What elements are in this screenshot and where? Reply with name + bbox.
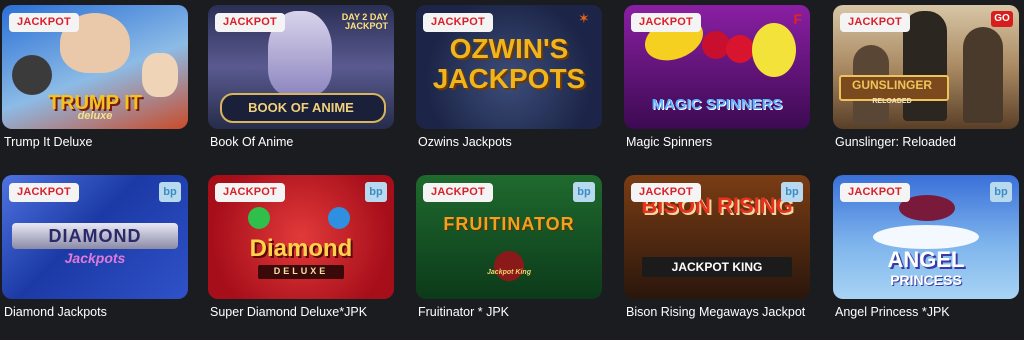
jackpot-badge: JACKPOT: [423, 183, 493, 202]
game-thumbnail[interactable]: Diamond DELUXE JACKPOT bp: [208, 175, 394, 299]
jackpot-badge: JACKPOT: [215, 13, 285, 32]
character-figure: [142, 53, 178, 97]
gem-icon: [328, 207, 350, 229]
provider-bp-icon: bp: [159, 182, 181, 202]
game-title[interactable]: Ozwins Jackpots: [418, 135, 602, 149]
game-tile-angel-princess[interactable]: ANGEL PRINCESS JACKPOT bp Angel Princess…: [833, 175, 1019, 335]
game-logo-subtext: Jackpot King: [487, 269, 531, 276]
jackpot-badge: JACKPOT: [631, 183, 701, 202]
jackpot-badge: JACKPOT: [631, 13, 701, 32]
game-logo-text: Diamond: [249, 235, 353, 262]
game-title[interactable]: Fruitinator * JPK: [418, 305, 602, 319]
game-title[interactable]: Gunslinger: Reloaded: [835, 135, 1019, 149]
jackpot-badge: JACKPOT: [840, 183, 910, 202]
character-figure: [12, 55, 52, 95]
jackpot-badge: JACKPOT: [9, 183, 79, 202]
game-logo-text: MAGIC SPINNERS: [651, 96, 783, 113]
game-tile-super-diamond-deluxe[interactable]: Diamond DELUXE JACKPOT bp Super Diamond …: [208, 175, 394, 335]
game-logo-subtext: Jackpots: [64, 250, 126, 266]
character-figure: [963, 27, 1003, 123]
game-logo-subtext: deluxe: [77, 110, 113, 122]
game-thumbnail[interactable]: ANGEL PRINCESS JACKPOT bp: [833, 175, 1019, 299]
game-logo-subtext: JACKPOTS: [432, 63, 586, 94]
game-logo-text: DIAMOND: [48, 226, 142, 246]
jackpot-badge: JACKPOT: [9, 13, 79, 32]
game-logo-subtext: DAY 2 DAY JACKPOT: [341, 12, 388, 31]
game-tile-fruitinator[interactable]: FRUITINATOR Jackpot King JACKPOT bp Frui…: [416, 175, 602, 335]
provider-bp-icon: bp: [781, 182, 803, 202]
cherry-icon: [726, 35, 754, 63]
game-tile-ozwins-jackpots[interactable]: OZWIN'S JACKPOTS ✶ JACKPOT Ozwins Jackpo…: [416, 5, 602, 165]
game-title[interactable]: Magic Spinners: [626, 135, 810, 149]
provider-logo-icon: F: [793, 11, 802, 27]
game-title[interactable]: Trump It Deluxe: [4, 135, 188, 149]
game-tile-diamond-jackpots[interactable]: DIAMOND Jackpots JACKPOT bp Diamond Jack…: [2, 175, 188, 335]
provider-logo-icon: ✶: [578, 10, 590, 26]
game-grid: TRUMP IT deluxe JACKPOT Trump It Deluxe …: [0, 0, 1024, 340]
game-thumbnail[interactable]: FRUITINATOR Jackpot King JACKPOT bp: [416, 175, 602, 299]
game-tile-book-of-anime[interactable]: DAY 2 DAY JACKPOT BOOK OF ANIME JACKPOT …: [208, 5, 394, 165]
jackpot-badge: JACKPOT: [840, 13, 910, 32]
provider-bp-icon: bp: [990, 182, 1012, 202]
game-title[interactable]: Book Of Anime: [210, 135, 394, 149]
game-title[interactable]: Bison Rising Megaways Jackpot: [626, 305, 810, 319]
game-thumbnail[interactable]: TRUMP IT deluxe JACKPOT: [2, 5, 188, 129]
jackpot-badge: JACKPOT: [215, 183, 285, 202]
game-logo-text: GUNSLINGER: [851, 78, 932, 92]
game-logo-text: ANGEL: [887, 247, 965, 272]
game-logo-text: OZWIN'S: [449, 33, 569, 64]
game-tile-trump-it-deluxe[interactable]: TRUMP IT deluxe JACKPOT Trump It Deluxe: [2, 5, 188, 165]
gem-icon: [248, 207, 270, 229]
game-logo-subtext: PRINCESS: [890, 272, 962, 288]
game-logo-subtext: RELOADED: [872, 98, 912, 105]
game-thumbnail[interactable]: MAGIC SPINNERS F JACKPOT: [624, 5, 810, 129]
provider-logo-icon: GO: [991, 11, 1013, 27]
game-tile-bison-rising[interactable]: BISON RISING JACKPOT KING JACKPOT bp Bis…: [624, 175, 810, 335]
game-title[interactable]: Super Diamond Deluxe*JPK: [210, 305, 394, 319]
game-thumbnail[interactable]: OZWIN'S JACKPOTS ✶ JACKPOT: [416, 5, 602, 129]
game-logo-text: BOOK OF ANIME: [248, 100, 354, 115]
game-logo-subtext: JACKPOT KING: [671, 260, 763, 274]
game-title[interactable]: Diamond Jackpots: [4, 305, 188, 319]
wings-icon: [873, 225, 979, 249]
game-thumbnail[interactable]: DIAMOND Jackpots JACKPOT bp: [2, 175, 188, 299]
game-thumbnail[interactable]: BISON RISING JACKPOT KING JACKPOT bp: [624, 175, 810, 299]
game-title[interactable]: Angel Princess *JPK: [835, 305, 1019, 319]
provider-bp-icon: bp: [365, 182, 387, 202]
lemon-icon: [752, 23, 796, 77]
jackpot-king-emblem: [494, 251, 524, 281]
game-logo-subtext: DELUXE: [273, 266, 329, 276]
game-thumbnail[interactable]: GUNSLINGER RELOADED GO JACKPOT: [833, 5, 1019, 129]
game-thumbnail[interactable]: DAY 2 DAY JACKPOT BOOK OF ANIME JACKPOT: [208, 5, 394, 129]
game-tile-magic-spinners[interactable]: MAGIC SPINNERS F JACKPOT Magic Spinners: [624, 5, 810, 165]
provider-bp-icon: bp: [573, 182, 595, 202]
game-tile-gunslinger-reloaded[interactable]: GUNSLINGER RELOADED GO JACKPOT Gunslinge…: [833, 5, 1019, 165]
game-logo-text: FRUITINATOR: [443, 214, 575, 234]
jackpot-badge: JACKPOT: [423, 13, 493, 32]
